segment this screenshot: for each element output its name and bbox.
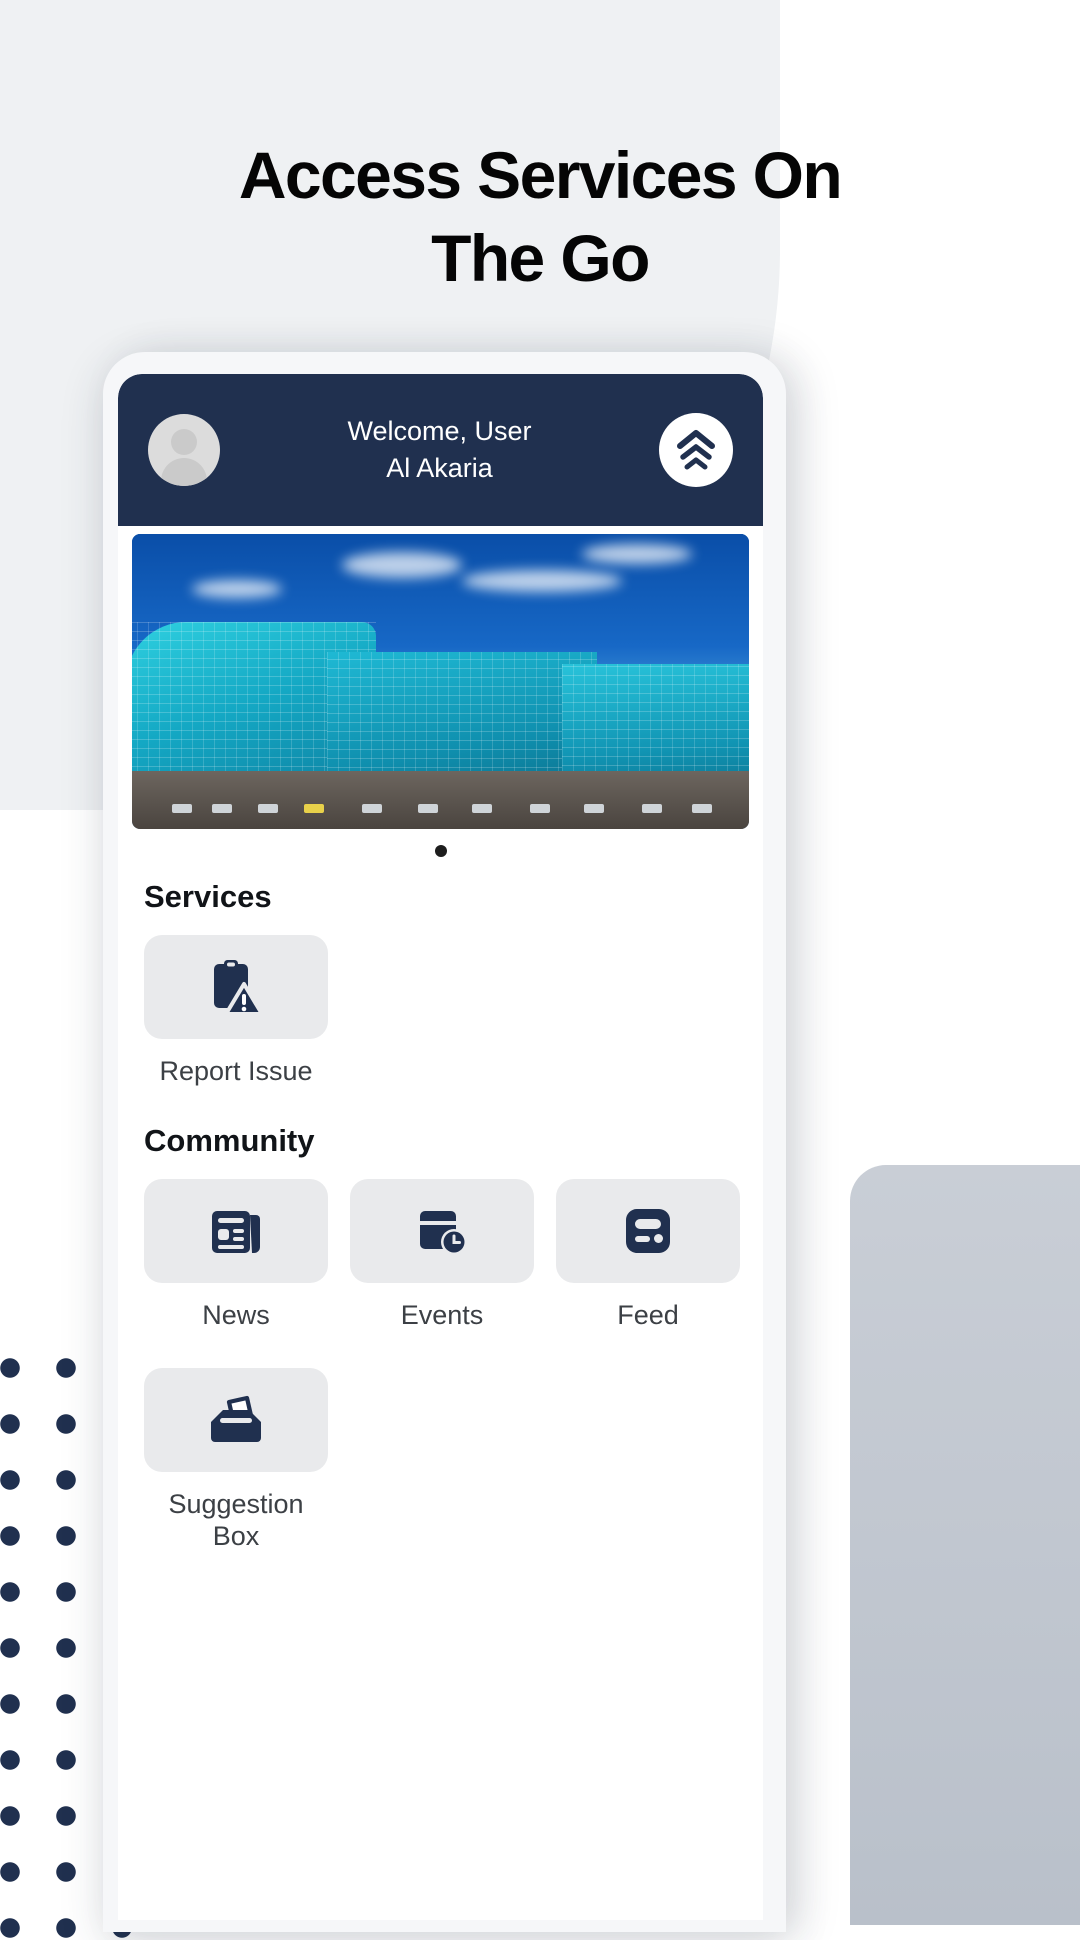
- feed-tile[interactable]: [556, 1179, 740, 1284]
- welcome-block: Welcome, User Al Akaria: [220, 413, 659, 488]
- hero-image[interactable]: [132, 534, 749, 829]
- community-item-feed[interactable]: Feed: [556, 1179, 740, 1331]
- community-item-news[interactable]: News: [144, 1179, 328, 1331]
- community-item-events[interactable]: Events: [350, 1179, 534, 1331]
- cloud-shape: [462, 570, 622, 592]
- section-title-community: Community: [144, 1123, 315, 1159]
- news-tile[interactable]: [144, 1179, 328, 1284]
- parking-ground: [132, 771, 749, 829]
- community-label-suggestion-box: Suggestion Box: [168, 1488, 304, 1552]
- feed-list-icon: [626, 1209, 670, 1254]
- services-tile-row: Report Issue: [118, 915, 763, 1087]
- page-title: Access Services On The Go: [0, 134, 1080, 299]
- carousel-dots[interactable]: [132, 829, 749, 873]
- cloud-shape: [342, 552, 462, 578]
- background-right-grey-panel: [850, 1165, 1080, 1925]
- hero-carousel[interactable]: [118, 526, 763, 873]
- community-tile-row-2: Suggestion Box: [118, 1332, 763, 1553]
- calendar-clock-icon: [420, 1211, 467, 1256]
- community-label-news: News: [202, 1300, 270, 1331]
- community-item-suggestion-box[interactable]: Suggestion Box: [144, 1367, 328, 1553]
- community-label-events: Events: [400, 1300, 484, 1331]
- service-label-report-issue: Report Issue: [159, 1056, 313, 1086]
- carousel-dot-active[interactable]: [434, 845, 447, 857]
- suggestion-box-icon: [211, 1395, 261, 1442]
- newspaper-icon: [212, 1211, 260, 1254]
- report-issue-tile[interactable]: [144, 935, 328, 1039]
- page-title-line-2: The Go: [431, 220, 650, 295]
- al-akaria-logo-icon[interactable]: [659, 413, 733, 487]
- cloud-shape: [582, 544, 692, 564]
- welcome-org-name: Al Akaria: [386, 453, 493, 483]
- phone-screen: Welcome, User Al Akaria Services Report …: [118, 374, 763, 1920]
- service-item-report-issue[interactable]: Report Issue: [144, 935, 328, 1087]
- suggestion-box-tile[interactable]: [144, 1367, 328, 1472]
- events-tile[interactable]: [350, 1179, 534, 1284]
- welcome-greeting: Welcome, User: [347, 415, 532, 446]
- clipboard-warning-icon: [214, 960, 264, 1016]
- cloud-shape: [192, 580, 282, 598]
- community-tile-row-1: News Events Feed: [118, 1159, 763, 1331]
- app-header: Welcome, User Al Akaria: [118, 374, 763, 526]
- community-label-feed: Feed: [617, 1300, 679, 1331]
- section-title-services: Services: [144, 879, 272, 914]
- page-title-line-1: Access Services On: [238, 138, 843, 212]
- avatar[interactable]: [148, 414, 220, 486]
